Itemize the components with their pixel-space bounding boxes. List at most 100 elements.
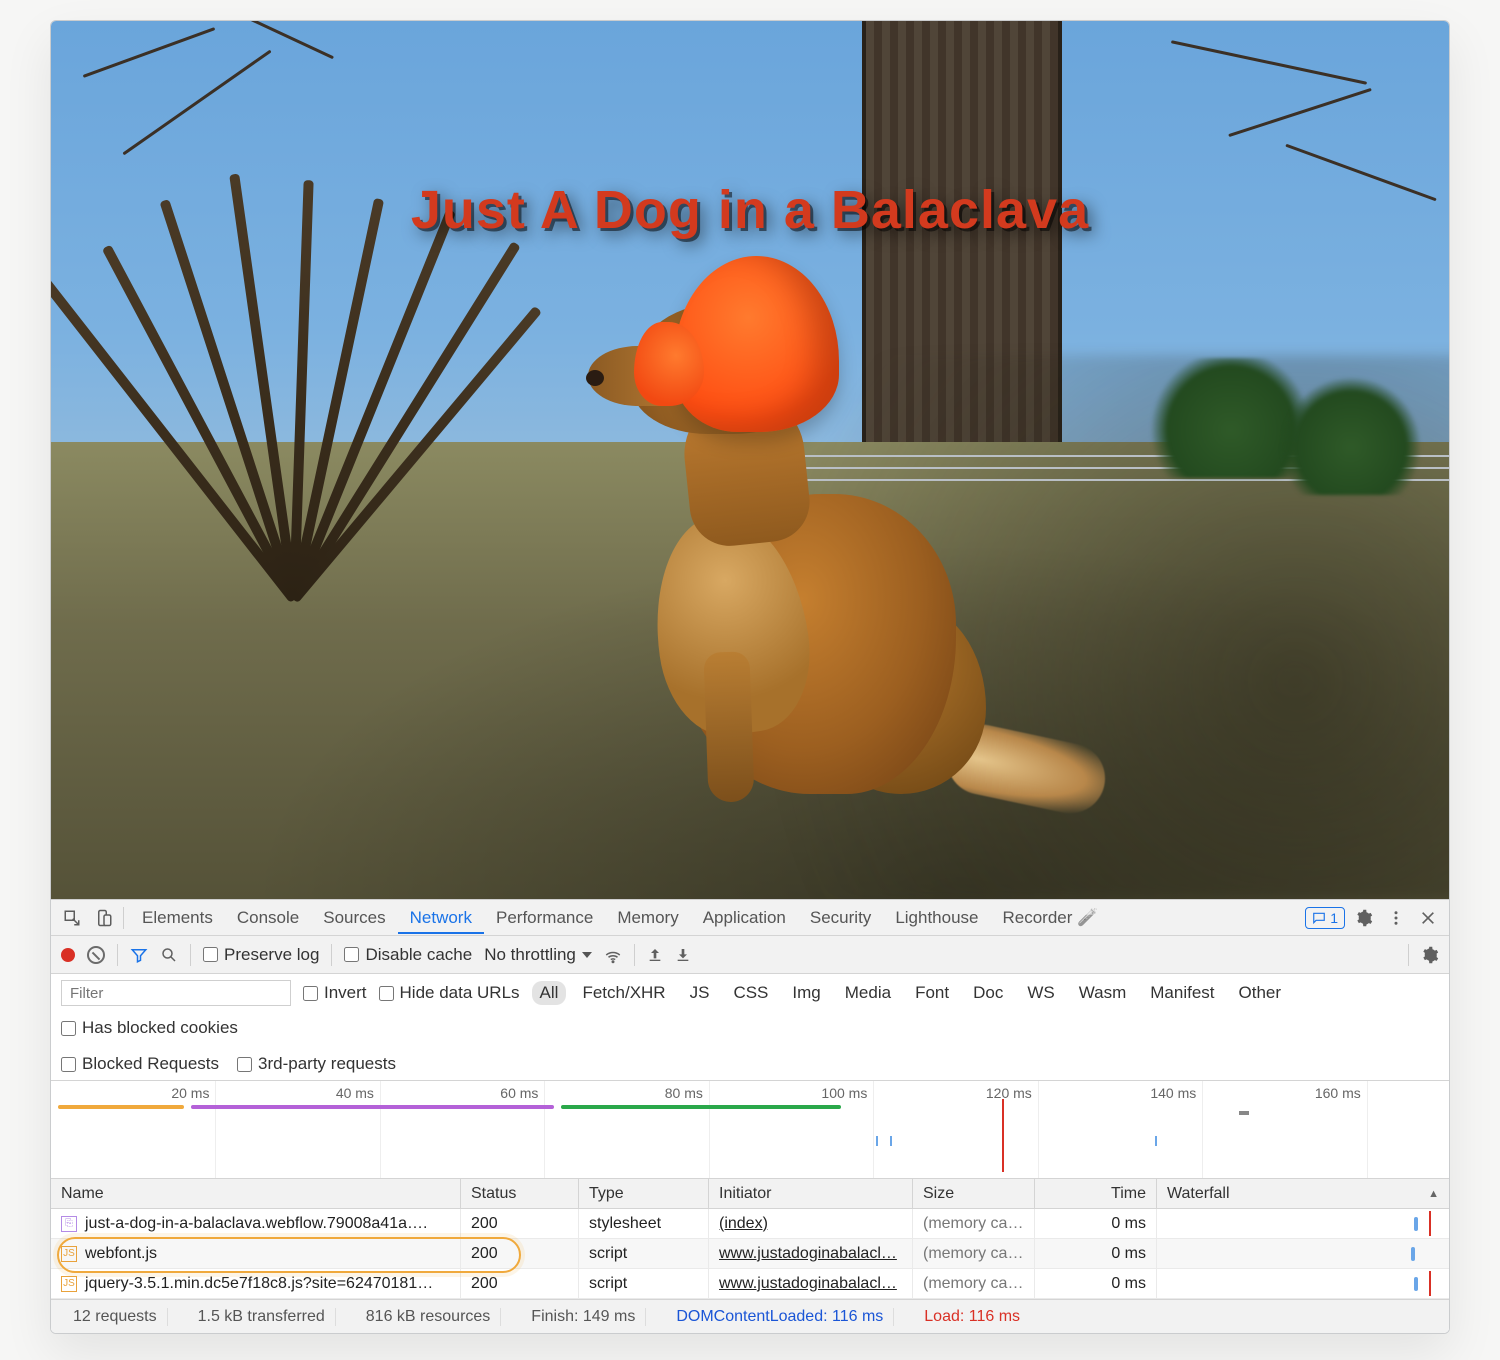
devtools-tabbar: ElementsConsoleSourcesNetworkPerformance… xyxy=(51,900,1449,936)
inspect-icon[interactable] xyxy=(59,905,85,931)
device-toggle-icon[interactable] xyxy=(91,905,117,931)
overview-tick: 140 ms xyxy=(1150,1085,1202,1101)
request-size: (memory ca… xyxy=(913,1209,1035,1238)
col-size[interactable]: Size xyxy=(913,1179,1035,1208)
col-time[interactable]: Time xyxy=(1035,1179,1157,1208)
overview-tick: 60 ms xyxy=(500,1085,544,1101)
request-type: stylesheet xyxy=(579,1209,709,1238)
col-initiator[interactable]: Initiator xyxy=(709,1179,913,1208)
overview-tick: 120 ms xyxy=(986,1085,1038,1101)
request-initiator[interactable]: www.justadoginabalacl… xyxy=(719,1275,897,1293)
network-table-header: Name Status Type Initiator Size Time Wat… xyxy=(51,1179,1449,1209)
request-type: script xyxy=(579,1239,709,1268)
close-icon[interactable] xyxy=(1415,905,1441,931)
network-filter-bar: Invert Hide data URLs All Fetch/XHR JS CSS I… xyxy=(51,974,1449,1081)
filter-type-css[interactable]: CSS xyxy=(725,981,776,1005)
overview-tick: 100 ms xyxy=(821,1085,873,1101)
status-finish: Finish: 149 ms xyxy=(521,1308,646,1326)
throttling-select[interactable]: No throttling xyxy=(484,945,592,965)
invert-checkbox[interactable]: Invert xyxy=(303,983,367,1003)
table-row[interactable]: ⎘ just-a-dog-in-a-balaclava.webflow.79008… xyxy=(51,1209,1449,1239)
record-button[interactable] xyxy=(61,948,75,962)
overview-tick: 160 ms xyxy=(1315,1085,1367,1101)
col-type[interactable]: Type xyxy=(579,1179,709,1208)
request-waterfall xyxy=(1157,1239,1449,1268)
third-party-checkbox[interactable]: 3rd-party requests xyxy=(237,1054,396,1074)
filter-type-fetchxhr[interactable]: Fetch/XHR xyxy=(574,981,673,1005)
filter-type-font[interactable]: Font xyxy=(907,981,957,1005)
table-row[interactable]: JSjquery-3.5.1.min.dc5e7f18c8.js?site=62… xyxy=(51,1269,1449,1299)
overview-tick: 40 ms xyxy=(336,1085,380,1101)
stylesheet-icon: ⎘ xyxy=(61,1216,77,1232)
filter-toggle-icon[interactable] xyxy=(130,946,148,964)
preserve-log-checkbox[interactable]: Preserve log xyxy=(203,945,319,965)
request-name: just-a-dog-in-a-balaclava.webflow.79008a… xyxy=(85,1215,427,1233)
overview-tick: 80 ms xyxy=(665,1085,709,1101)
request-type: script xyxy=(579,1269,709,1298)
download-har-icon[interactable] xyxy=(675,947,691,963)
settings-icon[interactable] xyxy=(1351,905,1377,931)
request-status: 200 xyxy=(461,1239,579,1268)
network-settings-icon[interactable] xyxy=(1421,946,1439,964)
tab-application[interactable]: Application xyxy=(691,902,798,934)
tab-recorder[interactable]: Recorder 🧪 xyxy=(991,902,1111,934)
issues-badge[interactable]: 1 xyxy=(1305,907,1345,929)
col-status[interactable]: Status xyxy=(461,1179,579,1208)
tab-performance[interactable]: Performance xyxy=(484,902,605,934)
request-time: 0 ms xyxy=(1035,1209,1157,1238)
script-icon: JS xyxy=(61,1246,77,1262)
status-load: Load: 116 ms xyxy=(914,1308,1030,1326)
request-waterfall xyxy=(1157,1209,1449,1238)
issues-count: 1 xyxy=(1330,910,1338,926)
devtools-panel: ElementsConsoleSourcesNetworkPerformance… xyxy=(51,899,1449,1333)
tab-sources[interactable]: Sources xyxy=(311,902,397,934)
request-size: (memory ca… xyxy=(913,1269,1035,1298)
col-waterfall[interactable]: Waterfall▲ xyxy=(1157,1179,1449,1208)
request-waterfall xyxy=(1157,1269,1449,1298)
hide-data-urls-checkbox[interactable]: Hide data URLs xyxy=(379,983,520,1003)
network-conditions-icon[interactable] xyxy=(604,946,622,964)
filter-input[interactable] xyxy=(61,980,291,1006)
status-transferred: 1.5 kB transferred xyxy=(188,1308,336,1326)
tab-security[interactable]: Security xyxy=(798,902,883,934)
search-icon[interactable] xyxy=(160,946,178,964)
col-name[interactable]: Name xyxy=(51,1179,461,1208)
blocked-requests-checkbox[interactable]: Blocked Requests xyxy=(61,1054,219,1074)
request-initiator[interactable]: www.justadoginabalacl… xyxy=(719,1245,897,1263)
request-initiator[interactable]: (index) xyxy=(719,1215,768,1233)
filter-type-ws[interactable]: WS xyxy=(1019,981,1062,1005)
page-preview: Just A Dog in a Balaclava xyxy=(51,21,1449,899)
dog xyxy=(596,284,1026,794)
tab-network[interactable]: Network xyxy=(398,902,484,934)
tab-memory[interactable]: Memory xyxy=(605,902,690,934)
request-name: webfont.js xyxy=(85,1245,157,1263)
disable-cache-checkbox[interactable]: Disable cache xyxy=(344,945,472,965)
has-blocked-cookies-checkbox[interactable]: Has blocked cookies xyxy=(61,1018,238,1038)
filter-type-img[interactable]: Img xyxy=(784,981,828,1005)
table-row[interactable]: JS webfont.js 200script www.justadoginabala… xyxy=(51,1239,1449,1269)
filter-type-manifest[interactable]: Manifest xyxy=(1142,981,1222,1005)
app-frame: Just A Dog in a Balaclava ElementsConsol… xyxy=(50,20,1450,1334)
request-status: 200 xyxy=(461,1269,579,1298)
filter-type-js[interactable]: JS xyxy=(682,981,718,1005)
page-title: Just A Dog in a Balaclava xyxy=(51,179,1449,241)
tab-elements[interactable]: Elements xyxy=(130,902,225,934)
filter-type-all[interactable]: All xyxy=(532,981,567,1005)
kebab-icon[interactable] xyxy=(1383,905,1409,931)
network-overview[interactable]: 20 ms40 ms60 ms80 ms100 ms120 ms140 ms16… xyxy=(51,1081,1449,1179)
status-requests: 12 requests xyxy=(63,1308,168,1326)
filter-type-media[interactable]: Media xyxy=(837,981,899,1005)
tab-console[interactable]: Console xyxy=(225,902,311,934)
tab-lighthouse[interactable]: Lighthouse xyxy=(883,902,990,934)
clear-button[interactable] xyxy=(87,946,105,964)
status-resources: 816 kB resources xyxy=(356,1308,502,1326)
request-name: jquery-3.5.1.min.dc5e7f18c8.js?site=6247… xyxy=(85,1275,433,1293)
request-size: (memory ca… xyxy=(913,1239,1035,1268)
filter-type-wasm[interactable]: Wasm xyxy=(1071,981,1135,1005)
request-status: 200 xyxy=(461,1209,579,1238)
filter-type-doc[interactable]: Doc xyxy=(965,981,1011,1005)
network-table-body: ⎘ just-a-dog-in-a-balaclava.webflow.79008… xyxy=(51,1209,1449,1299)
status-dcl: DOMContentLoaded: 116 ms xyxy=(666,1308,894,1326)
filter-type-other[interactable]: Other xyxy=(1231,981,1290,1005)
upload-har-icon[interactable] xyxy=(647,947,663,963)
